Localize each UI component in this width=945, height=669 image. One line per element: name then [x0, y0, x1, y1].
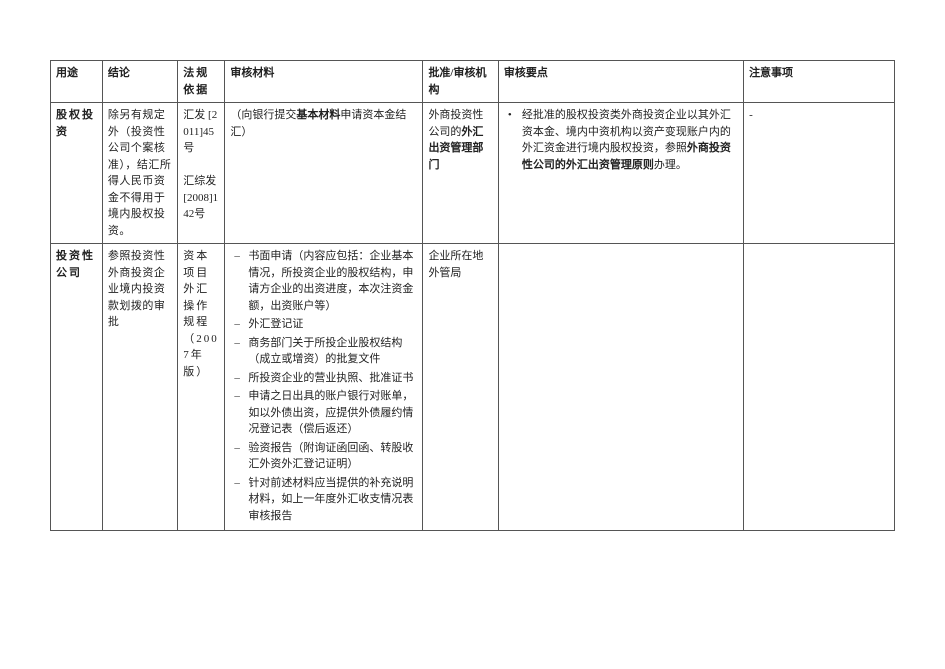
cell-approver: 企业所在地外管局 [423, 244, 498, 531]
cell-points [498, 244, 743, 531]
table-row: 投资性公司 参照投资性外商投资企业境内投资款划拨的审批 资本项目外汇操作规程（2… [51, 244, 895, 531]
header-row: 用途 结论 法规依据 审核材料 批准/审核机构 审核要点 注意事项 [51, 61, 895, 103]
point-suffix: 办理。 [654, 159, 687, 171]
basis-text: 汇综发 [2008]142号 [183, 175, 218, 220]
cell-materials: 书面申请（内容应包括：企业基本情况，所投资企业的股权结构，申请方企业的出资进度，… [225, 244, 423, 531]
list-item: 验资报告（附询证函回函、转股收汇外资外汇登记证明） [240, 440, 417, 473]
point-item: 经批准的股权投资类外商投资企业以其外汇资本金、境内中资机构以资产变现账户内的外汇… [516, 107, 738, 173]
cell-conclusion: 除另有规定外（投资性公司个案核准），结汇所得人民币资金不得用于境内股权投资。 [102, 103, 177, 244]
materials-prefix: （向银行提交 [230, 109, 296, 121]
list-item: 商务部门关于所投企业股权结构（成立或增资）的批复文件 [240, 335, 417, 368]
cell-materials: （向银行提交基本材料申请资本金结汇） [225, 103, 423, 244]
col-approver: 批准/审核机构 [423, 61, 498, 103]
list-item: 申请之日出具的账户银行对账单，如以外债出资，应提供外债履约情况登记表（偿后返还） [240, 388, 417, 438]
col-conclusion: 结论 [102, 61, 177, 103]
cell-conclusion: 参照投资性外商投资企业境内投资款划拨的审批 [102, 244, 177, 531]
list-item: 针对前述材料应当提供的补充说明材料，如上一年度外汇收支情况表审核报告 [240, 475, 417, 525]
cell-points: 经批准的股权投资类外商投资企业以其外汇资本金、境内中资机构以资产变现账户内的外汇… [498, 103, 743, 244]
regulatory-table: 用途 结论 法规依据 审核材料 批准/审核机构 审核要点 注意事项 股权投资 除… [50, 60, 895, 531]
cell-purpose: 股权投资 [51, 103, 103, 244]
col-notes: 注意事项 [744, 61, 895, 103]
list-item: 外汇登记证 [240, 316, 417, 333]
cell-notes: - [744, 103, 895, 244]
cell-basis: 汇发 [2011]45号 汇综发 [2008]142号 [178, 103, 225, 244]
cell-basis: 资本项目外汇操作规程（2007年版） [178, 244, 225, 531]
cell-purpose: 投资性公司 [51, 244, 103, 531]
materials-bold: 基本材料 [296, 109, 340, 121]
list-item: 所投资企业的营业执照、批准证书 [240, 370, 417, 387]
col-points: 审核要点 [498, 61, 743, 103]
col-purpose: 用途 [51, 61, 103, 103]
cell-notes [744, 244, 895, 531]
basis-text: 汇发 [2011]45号 [183, 109, 217, 154]
table-row: 股权投资 除另有规定外（投资性公司个案核准），结汇所得人民币资金不得用于境内股权… [51, 103, 895, 244]
col-materials: 审核材料 [225, 61, 423, 103]
cell-approver: 外商投资性公司的外汇出资管理部门 [423, 103, 498, 244]
col-basis: 法规依据 [178, 61, 225, 103]
list-item: 书面申请（内容应包括：企业基本情况，所投资企业的股权结构，申请方企业的出资进度，… [240, 248, 417, 314]
materials-list: 书面申请（内容应包括：企业基本情况，所投资企业的股权结构，申请方企业的出资进度，… [230, 248, 417, 524]
